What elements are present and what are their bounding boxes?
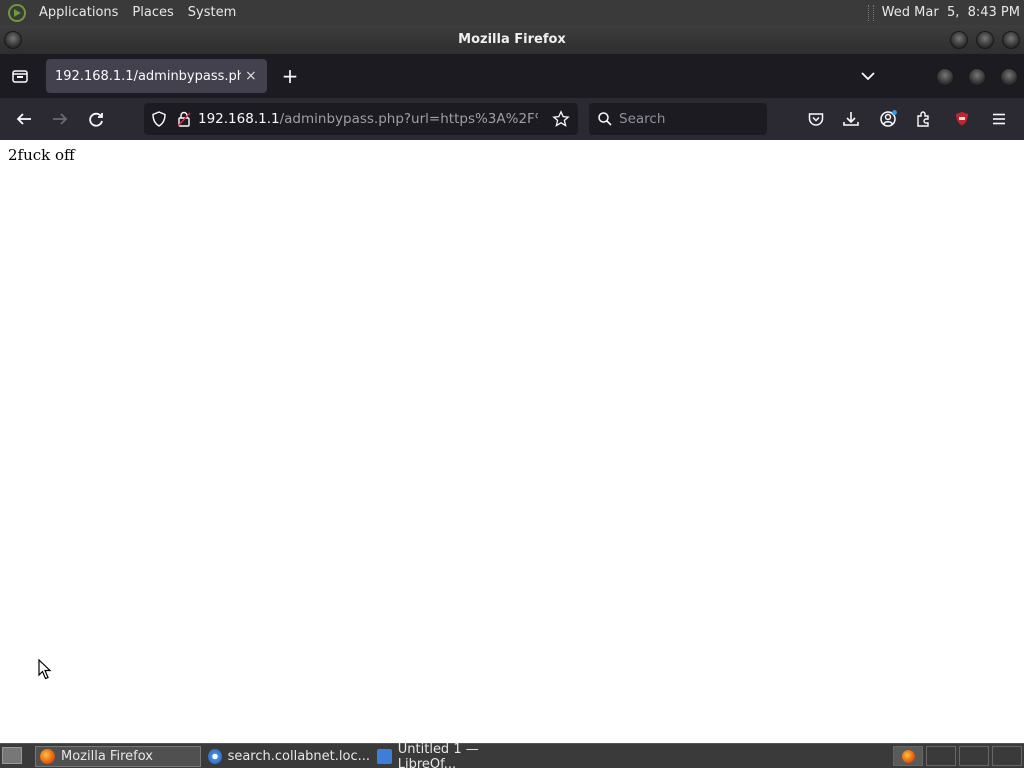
taskbar-label: Untitled 1 — LibreOf... (397, 741, 479, 772)
search-icon (597, 111, 613, 127)
back-icon[interactable] (9, 104, 39, 134)
system-panel: Applications Places System Wed Mar 5, 8:… (0, 0, 1024, 25)
tab-strip-close-button[interactable] (1000, 68, 1018, 86)
workspace-firefox-icon (901, 750, 915, 763)
window-titlebar[interactable]: Mozilla Firefox (0, 25, 1024, 54)
search-bar[interactable]: Search (589, 103, 767, 135)
taskbar-item-libreoffice[interactable]: Untitled 1 — LibreOf... (373, 742, 539, 772)
chromium-icon (208, 749, 222, 764)
star-icon[interactable] (552, 110, 570, 128)
menu-system[interactable]: System (181, 5, 243, 20)
workspace-2[interactable] (926, 746, 956, 766)
mouse-cursor-icon (38, 659, 52, 680)
taskbar: Mozilla Firefox search.collabnet.loc... … (0, 742, 1024, 772)
distro-logo-icon[interactable] (8, 3, 26, 22)
workspace-3[interactable] (959, 746, 989, 766)
tab-strip: 192.168.1.1/adminbypass.php?url=https%3A… (0, 54, 1024, 98)
lock-icon[interactable] (176, 110, 192, 128)
url-path: /adminbypass.php?url=https%3A%2F%2F (279, 111, 538, 127)
tab-close-icon[interactable]: × (245, 68, 257, 84)
libreoffice-writer-icon (377, 749, 392, 764)
chevron-down-icon[interactable] (853, 61, 883, 91)
taskbar-label: Mozilla Firefox (61, 749, 153, 764)
tab-title: 192.168.1.1/adminbypass.php?url=https%3A… (55, 68, 241, 84)
taskbar-item-collabnet[interactable]: search.collabnet.loc... (204, 746, 370, 767)
menu-applications[interactable]: Applications (32, 5, 125, 20)
close-window-button[interactable] (1002, 31, 1020, 49)
download-icon[interactable] (836, 104, 866, 134)
menu-icon[interactable] (984, 104, 1014, 134)
account-icon[interactable] (873, 104, 903, 134)
workspace-1[interactable] (893, 746, 923, 766)
reload-icon[interactable] (81, 104, 111, 134)
firefox-icon (40, 749, 55, 764)
maximize-button[interactable] (976, 31, 994, 49)
page-body-text: 2fuck off (8, 146, 75, 164)
url-text[interactable]: 192.168.1.1/adminbypass.php?url=https%3A… (198, 111, 538, 127)
tab-strip-maximize-button[interactable] (968, 68, 986, 86)
show-desktop-icon[interactable] (2, 747, 22, 764)
url-host: 192.168.1.1 (198, 111, 280, 127)
tab-active[interactable]: 192.168.1.1/adminbypass.php?url=https%3A… (46, 59, 267, 93)
panel-separator (867, 4, 874, 21)
nav-bar: 192.168.1.1/adminbypass.php?url=https%3A… (0, 98, 1024, 140)
workspace-4[interactable] (992, 746, 1022, 766)
window-title: Mozilla Firefox (458, 32, 566, 47)
forward-icon[interactable] (45, 104, 75, 134)
new-tab-button[interactable]: + (275, 61, 305, 91)
taskbar-item-firefox[interactable]: Mozilla Firefox (35, 746, 201, 767)
url-bar[interactable]: 192.168.1.1/adminbypass.php?url=https%3A… (144, 103, 578, 135)
page-content: 2fuck off (0, 140, 1024, 743)
clock[interactable]: Wed Mar 5, 8:43 PM (882, 5, 1020, 20)
minimize-button[interactable] (950, 31, 968, 49)
search-input[interactable]: Search (619, 111, 665, 127)
menu-places[interactable]: Places (125, 5, 180, 20)
ublock-icon[interactable] (947, 104, 977, 134)
window-menu-icon[interactable] (4, 31, 22, 49)
firefox-view-icon[interactable] (5, 61, 35, 91)
extensions-icon[interactable] (909, 104, 939, 134)
shield-icon[interactable] (150, 110, 168, 128)
taskbar-label: search.collabnet.loc... (227, 749, 370, 764)
pocket-icon[interactable] (801, 104, 831, 134)
tab-strip-minimize-button[interactable] (936, 68, 954, 86)
